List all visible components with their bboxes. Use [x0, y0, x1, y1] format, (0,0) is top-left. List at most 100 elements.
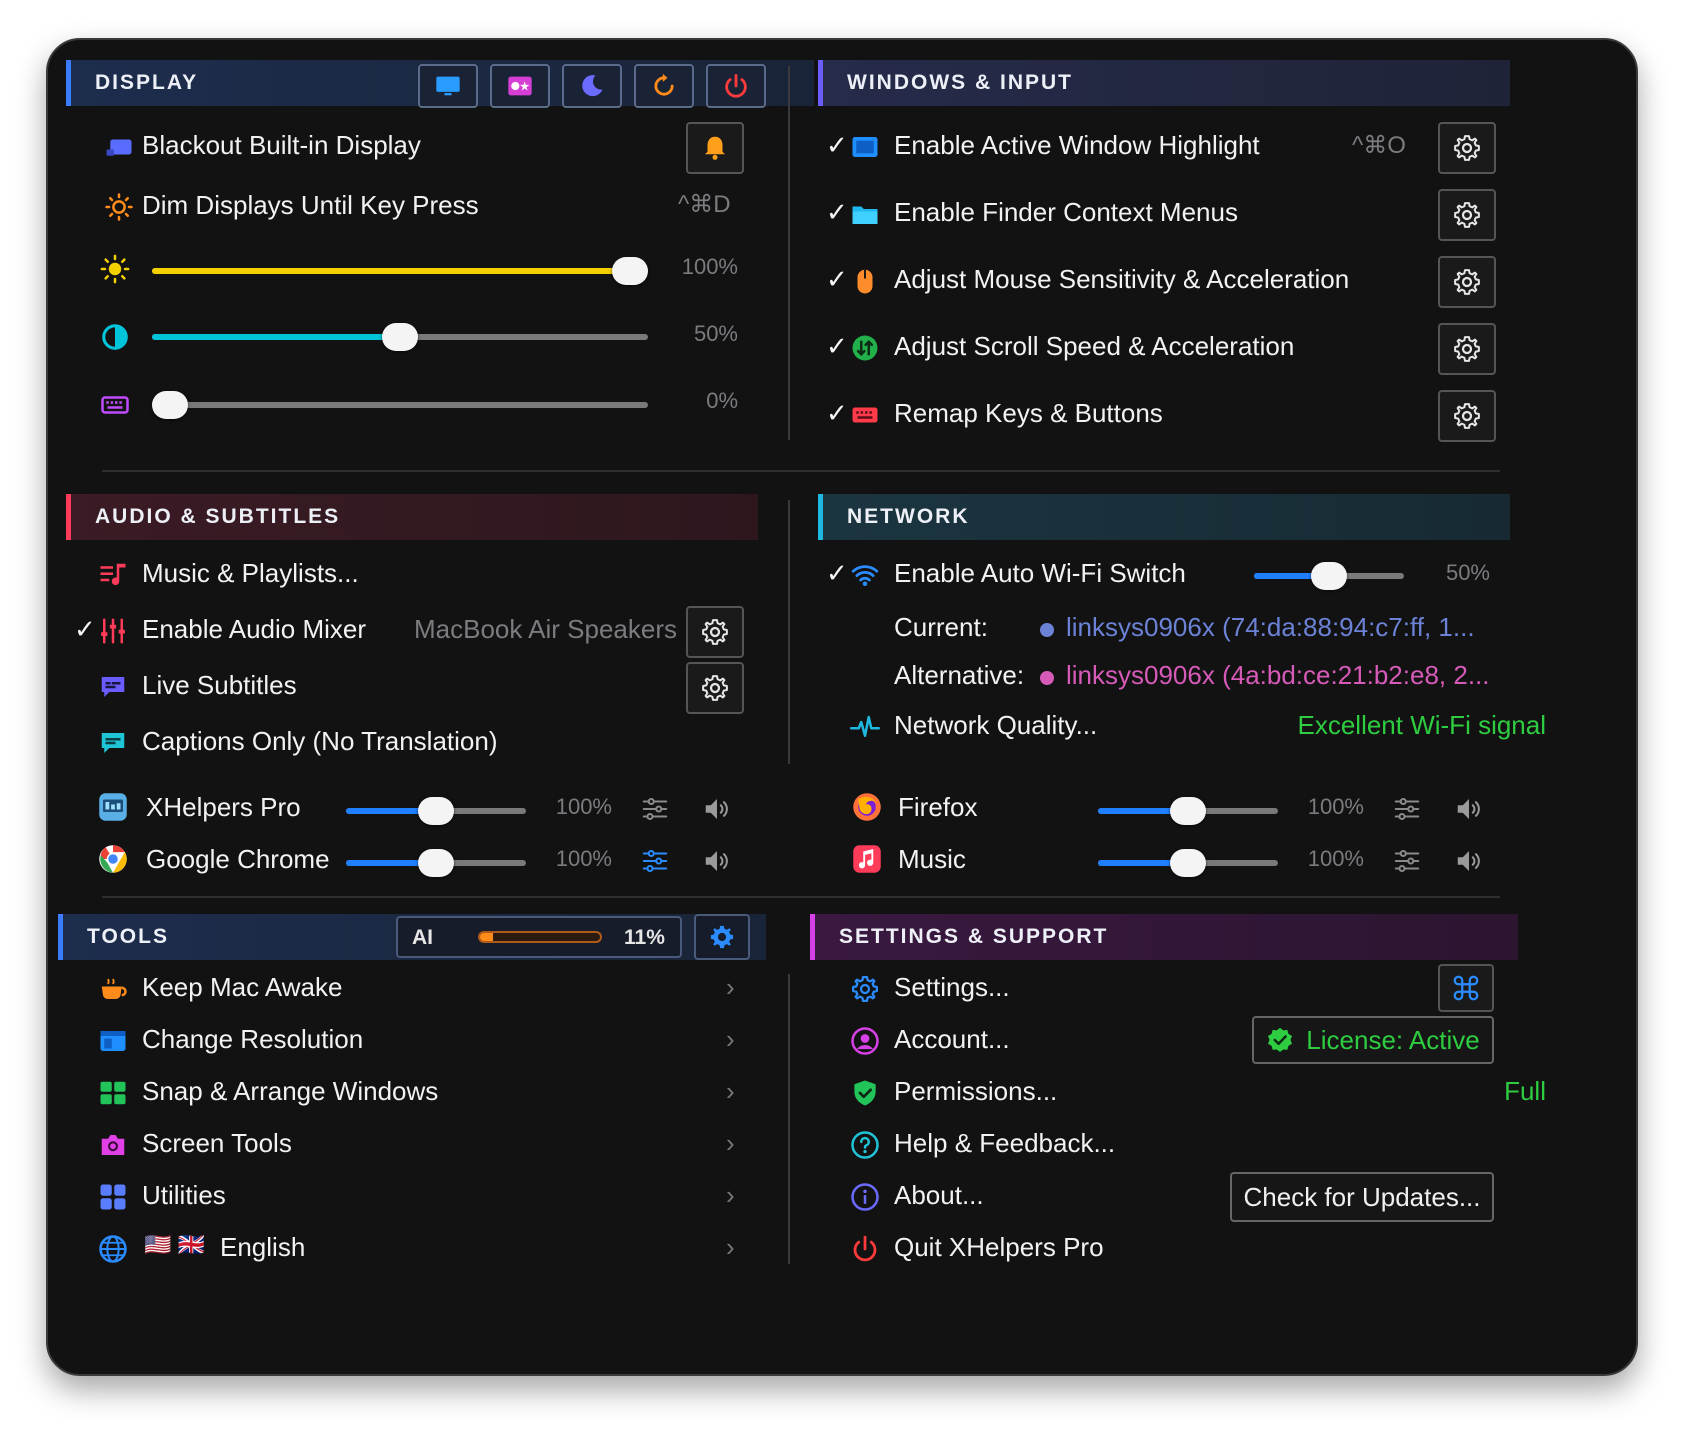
toolbar-refresh-button[interactable]	[634, 64, 694, 108]
dim-displays-label[interactable]: Dim Displays Until Key Press	[142, 190, 479, 221]
language-flags: 🇺🇸 🇬🇧	[144, 1232, 205, 1257]
chrome-volume-slider[interactable]	[346, 849, 526, 877]
account-icon	[850, 1026, 880, 1056]
firefox-eq-button[interactable]	[1392, 794, 1422, 824]
active-window-shortcut: ^⌘O	[1352, 132, 1406, 159]
divider-2	[102, 896, 1500, 898]
keep-awake-label[interactable]: Keep Mac Awake	[142, 972, 342, 1003]
check-updates-button[interactable]: Check for Updates...	[1230, 1172, 1494, 1222]
current-network-value[interactable]: linksys0906x (74:da:88:94:c7:ff, 1...	[1066, 612, 1475, 643]
quit-label[interactable]: Quit XHelpers Pro	[894, 1232, 1104, 1263]
blackout-display-label[interactable]: Blackout Built-in Display	[142, 130, 421, 161]
xhelpers-menu-panel: DISPLAY Blackout Built-in Display Dim Di…	[46, 38, 1638, 1376]
tools-settings-button[interactable]	[694, 914, 750, 960]
change-resolution-label[interactable]: Change Resolution	[142, 1024, 363, 1055]
alternative-network-value[interactable]: linksys0906x (4a:bd:ce:21:b2:e8, 2...	[1066, 660, 1490, 691]
audio-device-name[interactable]: MacBook Air Speakers	[414, 614, 677, 645]
gear-icon	[1454, 135, 1480, 161]
permissions-label[interactable]: Permissions...	[894, 1076, 1057, 1107]
toolbar-monitor-button[interactable]	[418, 64, 478, 108]
live-subtitles-label[interactable]: Live Subtitles	[142, 670, 297, 701]
color-filter-icon	[508, 76, 532, 96]
settings-label[interactable]: Settings...	[894, 972, 1010, 1003]
captions-only-label[interactable]: Captions Only (No Translation)	[142, 726, 497, 757]
music-volume-value: 100%	[1307, 846, 1364, 871]
brightness-slider[interactable]	[152, 257, 648, 285]
scroll-speed-settings-button[interactable]	[1438, 323, 1496, 375]
audio-mixer-icon	[98, 616, 128, 646]
audio-mixer-label[interactable]: Enable Audio Mixer	[142, 614, 366, 645]
xhelpers-eq-button[interactable]	[640, 794, 670, 824]
equalizer-icon	[642, 850, 668, 872]
toolbar-color-filter-button[interactable]	[490, 64, 550, 108]
scroll-speed-label[interactable]: Adjust Scroll Speed & Acceleration	[894, 331, 1294, 362]
remap-keys-settings-button[interactable]	[1438, 390, 1496, 442]
utilities-chevron-icon: ›	[726, 1180, 735, 1210]
captions-icon	[98, 728, 128, 758]
firefox-volume-slider[interactable]	[1098, 797, 1278, 825]
screen-tools-chevron-icon: ›	[726, 1128, 735, 1158]
language-label[interactable]: English	[220, 1232, 305, 1263]
toolbar-night-mode-button[interactable]	[562, 64, 622, 108]
license-status-button[interactable]: License: Active	[1252, 1016, 1494, 1064]
help-icon	[850, 1130, 880, 1160]
snap-arrange-label[interactable]: Snap & Arrange Windows	[142, 1076, 438, 1107]
screen-tools-label[interactable]: Screen Tools	[142, 1128, 292, 1159]
firefox-speaker-button[interactable]	[1454, 794, 1484, 824]
wifi-threshold-knob[interactable]	[1311, 562, 1347, 590]
brightness-icon	[100, 254, 130, 284]
keep-awake-chevron-icon: ›	[726, 972, 735, 1002]
finder-menus-settings-button[interactable]	[1438, 189, 1496, 241]
speaker-icon	[1457, 851, 1480, 871]
music-playlists-label[interactable]: Music & Playlists...	[142, 558, 359, 589]
chrome-volume-knob[interactable]	[418, 849, 454, 877]
chrome-speaker-button[interactable]	[702, 846, 732, 876]
xhelpers-volume-knob[interactable]	[418, 797, 454, 825]
monitor-icon	[436, 76, 460, 96]
equalizer-icon	[1394, 798, 1420, 820]
contrast-slider-knob[interactable]	[382, 323, 418, 351]
music-speaker-button[interactable]	[1454, 846, 1484, 876]
mouse-sensitivity-label[interactable]: Adjust Mouse Sensitivity & Acceleration	[894, 264, 1349, 295]
music-eq-button[interactable]	[1392, 846, 1422, 876]
keyboard-backlight-slider-knob[interactable]	[152, 391, 188, 419]
contrast-slider[interactable]	[152, 323, 648, 351]
music-volume-knob[interactable]	[1170, 849, 1206, 877]
command-shortcut-button[interactable]	[1438, 964, 1494, 1012]
bell-icon	[705, 136, 725, 160]
blackout-bell-button[interactable]	[686, 122, 744, 174]
xhelpers-volume-slider[interactable]	[346, 797, 526, 825]
brightness-slider-knob[interactable]	[612, 257, 648, 285]
firefox-volume-knob[interactable]	[1170, 797, 1206, 825]
mouse-sensitivity-check: ✓	[826, 264, 848, 294]
about-label[interactable]: About...	[894, 1180, 984, 1211]
music-volume-slider[interactable]	[1098, 849, 1278, 877]
music-app-name: Music	[898, 844, 966, 874]
ai-usage-meter[interactable]: AI 11%	[396, 916, 682, 958]
camera-icon	[98, 1130, 128, 1160]
utilities-label[interactable]: Utilities	[142, 1180, 226, 1211]
equalizer-icon	[1394, 850, 1420, 872]
remap-keys-label[interactable]: Remap Keys & Buttons	[894, 398, 1163, 429]
active-window-label[interactable]: Enable Active Window Highlight	[894, 130, 1260, 161]
keyboard-remap-icon	[850, 400, 880, 430]
chrome-eq-button[interactable]	[640, 846, 670, 876]
divider-1	[102, 470, 1500, 472]
auto-wifi-label[interactable]: Enable Auto Wi-Fi Switch	[894, 558, 1186, 589]
active-window-settings-button[interactable]	[1438, 122, 1496, 174]
audio-mixer-settings-button[interactable]	[686, 606, 744, 658]
display-blackout-icon	[104, 132, 134, 162]
wifi-threshold-slider[interactable]	[1254, 562, 1404, 590]
finder-menus-label[interactable]: Enable Finder Context Menus	[894, 197, 1238, 228]
mouse-sensitivity-settings-button[interactable]	[1438, 256, 1496, 308]
xhelpers-app-name: XHelpers Pro	[146, 792, 301, 822]
network-quality-label[interactable]: Network Quality...	[894, 710, 1097, 741]
keyboard-backlight-slider[interactable]	[152, 391, 648, 419]
live-subtitles-settings-button[interactable]	[686, 662, 744, 714]
help-feedback-label[interactable]: Help & Feedback...	[894, 1128, 1115, 1159]
xhelpers-speaker-button[interactable]	[702, 794, 732, 824]
coffee-cup-icon	[98, 974, 128, 1004]
account-label[interactable]: Account...	[894, 1024, 1010, 1055]
gear-icon	[702, 619, 728, 645]
toolbar-power-button[interactable]	[706, 64, 766, 108]
